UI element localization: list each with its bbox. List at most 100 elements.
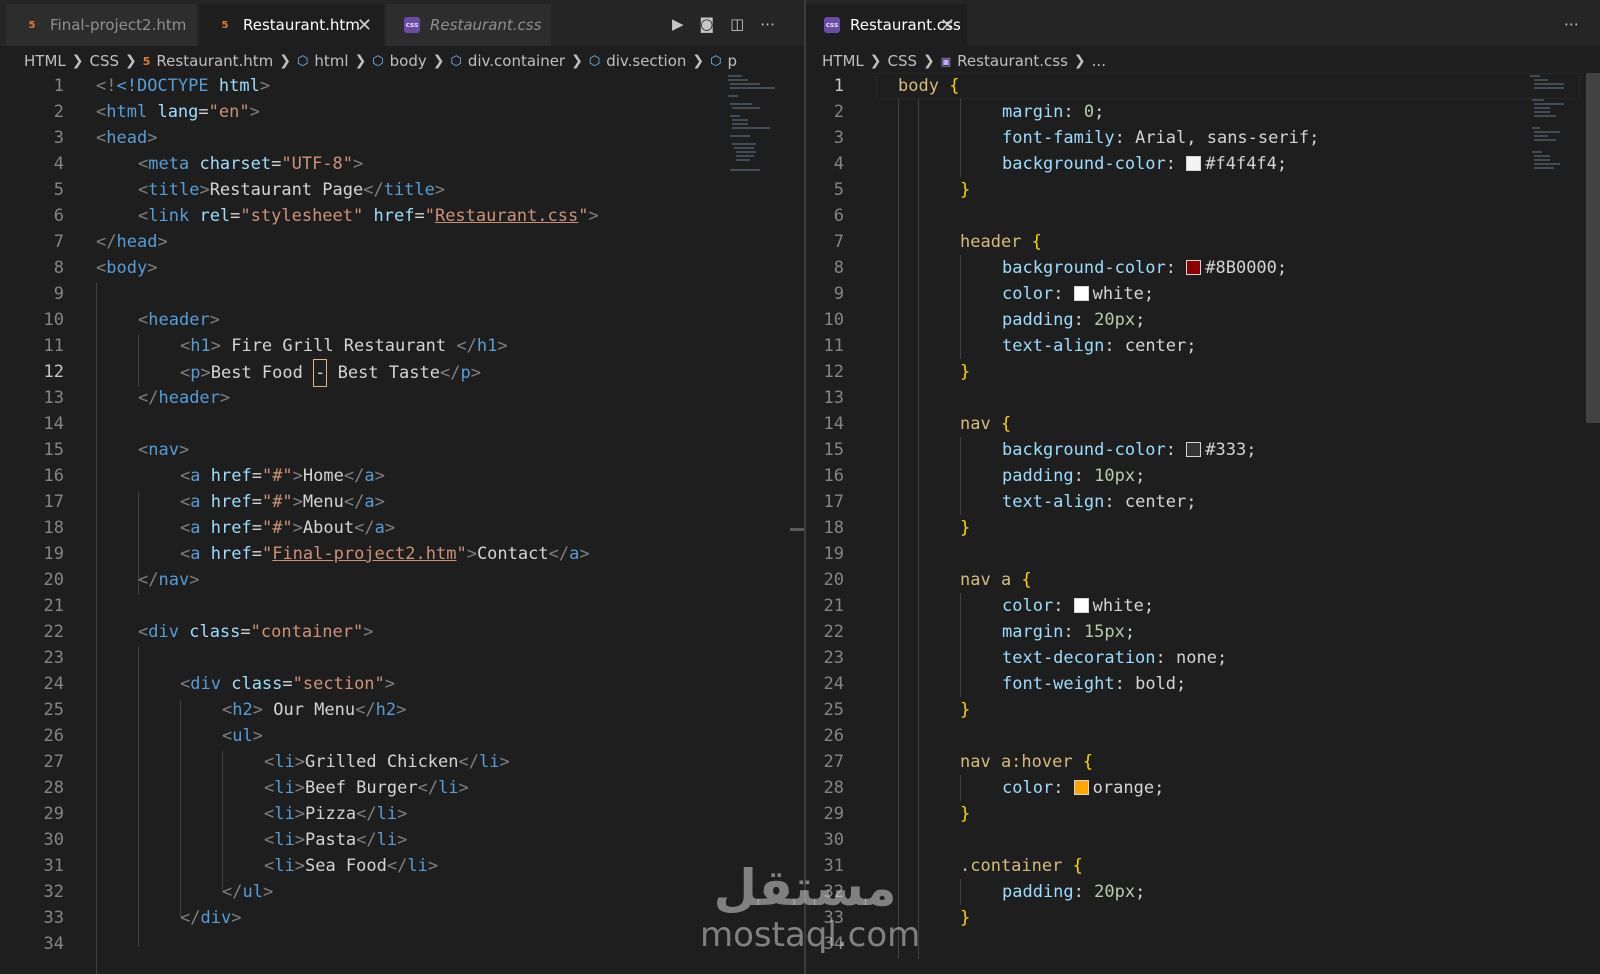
code-line: margin: 0;	[1002, 102, 1105, 122]
breadcrumb-item[interactable]: ⬡ p	[710, 52, 737, 70]
scrollbar-thumb[interactable]	[1586, 73, 1600, 423]
line-number: 21	[823, 596, 844, 616]
element-icon: ⬡	[372, 53, 384, 69]
breadcrumb-item[interactable]: HTML ❯	[822, 52, 887, 70]
line-number: 32	[43, 882, 64, 902]
stylesheet-link[interactable]: Restaurant.css	[435, 206, 578, 226]
breadcrumb-item[interactable]: HTML ❯	[24, 52, 89, 70]
line-number: 13	[43, 388, 64, 408]
line-number: 33	[43, 908, 64, 928]
more-actions-icon[interactable]: ⋯	[760, 15, 775, 33]
minimap[interactable]	[1530, 73, 1590, 183]
contact-page-link[interactable]: Final-project2.htm	[272, 544, 456, 564]
tab-label: Restaurant.css	[430, 16, 542, 34]
chevron-right-icon: ❯	[432, 53, 445, 69]
breadcrumb-item[interactable]: CSS ❯	[887, 52, 940, 70]
line-number: 6	[53, 206, 64, 226]
tab-final-project2[interactable]: 5 Final-project2.htm	[6, 4, 198, 46]
code-line: <li>Pizza</li>	[264, 804, 408, 824]
line-number: 30	[823, 830, 844, 850]
chevron-right-icon: ❯	[354, 53, 367, 69]
breadcrumb-item[interactable]: ⬡ body ❯	[372, 52, 450, 70]
tab-restaurant-css-active[interactable]: css Restaurant.css ✕	[806, 4, 968, 46]
preview-icon[interactable]: ◙	[700, 15, 715, 33]
breadcrumb-item[interactable]: 5 Restaurant.htm ❯	[143, 52, 297, 70]
color-swatch[interactable]	[1073, 598, 1089, 613]
code-line: }	[960, 908, 971, 928]
run-icon[interactable]: ▶	[672, 15, 684, 33]
line-number: 22	[43, 622, 64, 642]
tab-restaurant-htm[interactable]: 5 Restaurant.htm ✕	[199, 4, 385, 46]
html-file-icon: 5	[28, 19, 36, 31]
breadcrumb: HTML ❯ CSS ❯ 5 Restaurant.htm ❯ ⬡ html ❯ ⬡ body…	[0, 46, 804, 76]
code-line: <a href="#">Menu</a>	[180, 492, 385, 512]
line-number: 7	[833, 232, 844, 252]
element-icon: ⬡	[297, 53, 309, 69]
html-code-editor[interactable]: 1 <!<!DOCTYPE html> 2 <html lang="en"> 3 <h…	[0, 73, 804, 974]
line-number: 5	[833, 180, 844, 200]
color-swatch[interactable]	[1186, 156, 1202, 171]
line-number: 10	[823, 310, 844, 330]
more-actions-icon[interactable]: ⋯	[1564, 15, 1579, 33]
code-line: text-align: center;	[1002, 336, 1197, 356]
code-line: text-align: center;	[1002, 492, 1197, 512]
line-number: 22	[823, 622, 844, 642]
color-swatch[interactable]	[1073, 286, 1089, 301]
minimap[interactable]	[728, 73, 788, 183]
line-number: 3	[833, 128, 844, 148]
line-number: 15	[43, 440, 64, 460]
left-editor-pane: 5 Final-project2.htm 5 Restaurant.htm ✕ …	[0, 0, 804, 974]
html-file-icon: 5	[221, 19, 229, 31]
color-swatch[interactable]	[1186, 260, 1202, 275]
watermark-latin: mostaql.com	[700, 915, 921, 955]
line-number: 31	[43, 856, 64, 876]
code-line: <html lang="en">	[96, 102, 260, 122]
line-number: 9	[833, 284, 844, 304]
code-line: <li>Beef Burger</li>	[264, 778, 469, 798]
close-icon[interactable]: ✕	[940, 15, 955, 36]
line-number: 11	[43, 336, 64, 356]
line-number: 12	[43, 362, 64, 382]
chevron-right-icon: ❯	[869, 53, 882, 69]
breadcrumb-item[interactable]: ⬡ div.container ❯	[451, 52, 589, 70]
color-swatch[interactable]	[1073, 780, 1089, 795]
code-line: color: white;	[1002, 596, 1155, 616]
breadcrumb-item[interactable]: ▣ Restaurant.css ❯	[941, 52, 1092, 70]
code-line: nav {	[960, 414, 1012, 434]
code-line: .container {	[960, 856, 1083, 876]
breadcrumb-item[interactable]: ⬡ div.section ❯	[589, 52, 710, 70]
code-line: </div>	[180, 908, 242, 928]
breadcrumb-item[interactable]: ⬡ html ❯	[297, 52, 372, 70]
code-line: <h1> Fire Grill Restaurant </h1>	[180, 336, 508, 356]
code-line: <nav>	[138, 440, 190, 460]
line-number: 14	[823, 414, 844, 434]
tab-restaurant-css[interactable]: css Restaurant.css	[386, 4, 552, 46]
line-number: 19	[823, 544, 844, 564]
breadcrumb-item[interactable]: ...	[1092, 52, 1106, 70]
line-number: 1	[833, 76, 844, 96]
breadcrumb-item[interactable]: CSS ❯	[89, 52, 142, 70]
line-number: 15	[823, 440, 844, 460]
line-number: 20	[43, 570, 64, 590]
line-number: 24	[823, 674, 844, 694]
line-number: 20	[823, 570, 844, 590]
scrollbar-thumb[interactable]	[790, 528, 804, 531]
line-number: 7	[53, 232, 64, 252]
tab-label: Restaurant.htm	[243, 16, 360, 34]
code-line: }	[960, 804, 971, 824]
code-line: font-weight: bold;	[1002, 674, 1187, 694]
code-line: background-color: #8B0000;	[1002, 258, 1288, 278]
left-scrollbar[interactable]	[790, 73, 804, 974]
line-number: 4	[833, 154, 844, 174]
close-icon[interactable]: ✕	[357, 15, 372, 36]
code-line: text-decoration: none;	[1002, 648, 1228, 668]
split-editor-icon[interactable]: ◫	[730, 15, 744, 33]
code-line: <li>Grilled Chicken</li>	[264, 752, 510, 772]
watermark-arabic: مستقل	[713, 859, 897, 917]
line-number: 4	[53, 154, 64, 174]
right-scrollbar[interactable]	[1586, 73, 1600, 974]
color-swatch[interactable]	[1186, 442, 1202, 457]
code-line: color: white;	[1002, 284, 1155, 304]
line-number: 18	[43, 518, 64, 538]
css-code-editor[interactable]: 1 body { 2 margin: 0; 3 font-family: Arial,…	[806, 73, 1600, 974]
